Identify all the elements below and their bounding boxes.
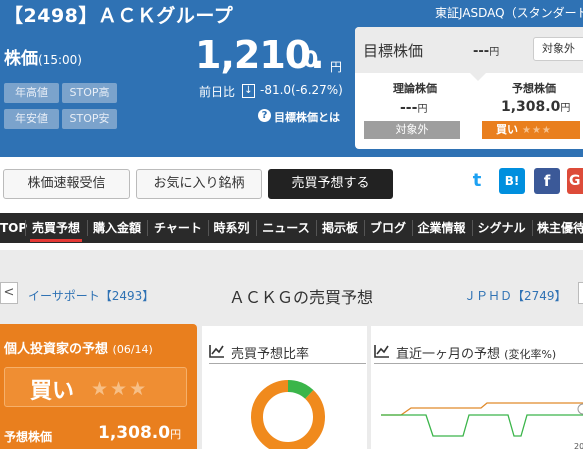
current-price-decimal: 0: [303, 48, 319, 73]
price-time: (15:00): [38, 53, 82, 67]
stock-nav-bar: TOP 売買予想 購入金額 チャート 時系列 ニュース 掲示板 ブログ 企業情報…: [0, 213, 583, 243]
forecast-price-number: 1,308.0: [501, 99, 561, 115]
target-price-help-link[interactable]: 目標株価とは: [274, 109, 340, 125]
forecast-price-unit: 円: [560, 103, 571, 114]
nav-divider: [316, 220, 317, 236]
change-rate-line: [381, 414, 583, 437]
monthly-panel-title: 直近一ヶ月の予想 (変化率%): [396, 343, 556, 362]
investor-forecast-panel: 個人投資家の予想 (06/14) 買い ★★★ 予想株価 1,308.0円: [0, 324, 197, 449]
card-notch: [470, 73, 486, 81]
chart-icon: [374, 345, 389, 358]
tab-shareholder-benefits[interactable]: 株主優待: [534, 213, 583, 243]
nav-divider: [25, 220, 26, 236]
active-tab-indicator: [30, 239, 82, 242]
price-label-text: 株価: [4, 49, 38, 69]
forecast-line: [381, 402, 583, 416]
tab-company-info[interactable]: 企業情報: [413, 213, 470, 243]
tab-purchase-amount[interactable]: 購入金額: [89, 213, 145, 243]
star-rating-icon: ★★★: [522, 125, 552, 136]
tab-board[interactable]: 掲示板: [318, 213, 362, 243]
market-label: 東証JASDAQ（スタンダード: [435, 6, 583, 20]
realtime-quote-button[interactable]: 株価速報受信: [3, 169, 130, 199]
tab-blog[interactable]: ブログ: [366, 213, 410, 243]
chart-icon: [209, 345, 224, 358]
facebook-icon[interactable]: f: [534, 168, 560, 194]
target-price-card: 目標株価 ---円 対象外 理論株価 ---円 対象外 予想株価 1,308.0…: [355, 27, 583, 149]
next-arrow-icon[interactable]: [578, 282, 583, 304]
stop-low-button[interactable]: STOP安: [62, 109, 117, 129]
title-underline: [209, 363, 366, 364]
year-high-button[interactable]: 年高値: [4, 83, 59, 103]
forecast-price-value: 1,308.0円: [98, 423, 181, 443]
monthly-panel-title-text: 直近一ヶ月の予想: [396, 347, 501, 362]
forecast-status-text: 買い: [496, 123, 518, 136]
tab-signal[interactable]: シグナル: [473, 213, 530, 243]
chart-end-marker: [577, 403, 583, 415]
add-favorite-button[interactable]: お気に入り銘柄: [136, 169, 262, 199]
forecast-price-value: 1,308.0円: [501, 99, 570, 115]
forecast-status-badge: 買い ★★★: [482, 121, 580, 139]
prev-arrow-icon[interactable]: <: [0, 282, 18, 304]
down-arrow-icon: ↓: [242, 84, 255, 98]
target-status-badge: 対象外: [533, 37, 583, 61]
target-price-unit: 円: [489, 47, 500, 58]
tab-history[interactable]: 時系列: [209, 213, 254, 243]
forecast-price-number: 1,308.0: [98, 423, 171, 443]
title-underline: [374, 363, 583, 364]
monthly-forecast-panel: 直近一ヶ月の予想 (変化率%) 20: [371, 326, 583, 449]
target-price-number: ---: [473, 44, 490, 59]
forecast-ratio-donut: [251, 380, 325, 449]
verdict-label: 買い: [30, 379, 75, 404]
theory-price-unit: 円: [417, 104, 428, 115]
prev-stock-link[interactable]: イーサポート【2493】: [28, 287, 154, 304]
star-rating-icon: ★★★: [91, 378, 149, 400]
forecast-price-label: 予想株価: [4, 430, 53, 444]
question-icon[interactable]: ?: [258, 109, 271, 122]
change-label: 前日比: [199, 85, 236, 99]
price-label: 株価(15:00): [4, 44, 82, 69]
hatena-bookmark-icon[interactable]: B!: [499, 168, 525, 194]
make-forecast-button[interactable]: 売買予想する: [268, 169, 393, 199]
theory-price-value: ---円: [400, 100, 427, 116]
forecast-price-unit: 円: [170, 428, 182, 441]
stock-pager: < イーサポート【2493】 ＡＣＫＧの売買予想 ＪＰＨＤ【2749】: [0, 250, 583, 326]
ratio-panel-title: 売買予想比率: [231, 347, 310, 362]
investor-forecast-title-text: 個人投資家の予想: [4, 342, 109, 357]
investor-forecast-date: (06/14): [112, 343, 153, 356]
next-stock-link[interactable]: ＪＰＨＤ【2749】: [464, 287, 567, 304]
target-price-title: 目標株価: [363, 42, 424, 60]
theory-status-badge: 対象外: [364, 121, 460, 139]
google-plus-icon[interactable]: G: [567, 168, 583, 194]
tab-news[interactable]: ニュース: [257, 213, 315, 243]
price-unit: 円: [330, 60, 343, 74]
nav-divider: [147, 220, 148, 236]
investor-forecast-title: 個人投資家の予想 (06/14): [4, 338, 153, 357]
axis-tick-label: 20: [574, 442, 583, 449]
tab-top[interactable]: TOP: [0, 213, 27, 243]
monthly-panel-subtitle: (変化率%): [504, 348, 557, 361]
nav-divider: [87, 220, 88, 236]
theory-price-number: ---: [400, 100, 418, 116]
nav-divider: [532, 220, 533, 236]
forecast-page-title: ＡＣＫＧの売買予想: [229, 288, 374, 307]
theory-price-label: 理論株価: [393, 82, 437, 95]
nav-divider: [364, 220, 365, 236]
stop-high-button[interactable]: STOP高: [62, 83, 117, 103]
change-value: -81.0(-6.27%): [260, 83, 343, 97]
monthly-forecast-sparkline: [381, 402, 583, 437]
tab-chart[interactable]: チャート: [149, 213, 207, 243]
year-low-button[interactable]: 年安値: [4, 109, 59, 129]
forecast-ratio-panel: 売買予想比率: [202, 326, 367, 449]
target-price-value: ---円: [473, 43, 499, 59]
forecast-price-label: 予想株価: [512, 82, 556, 95]
twitter-icon[interactable]: t: [464, 168, 490, 194]
stock-title: 【2498】ＡＣＫグループ: [4, 5, 234, 27]
